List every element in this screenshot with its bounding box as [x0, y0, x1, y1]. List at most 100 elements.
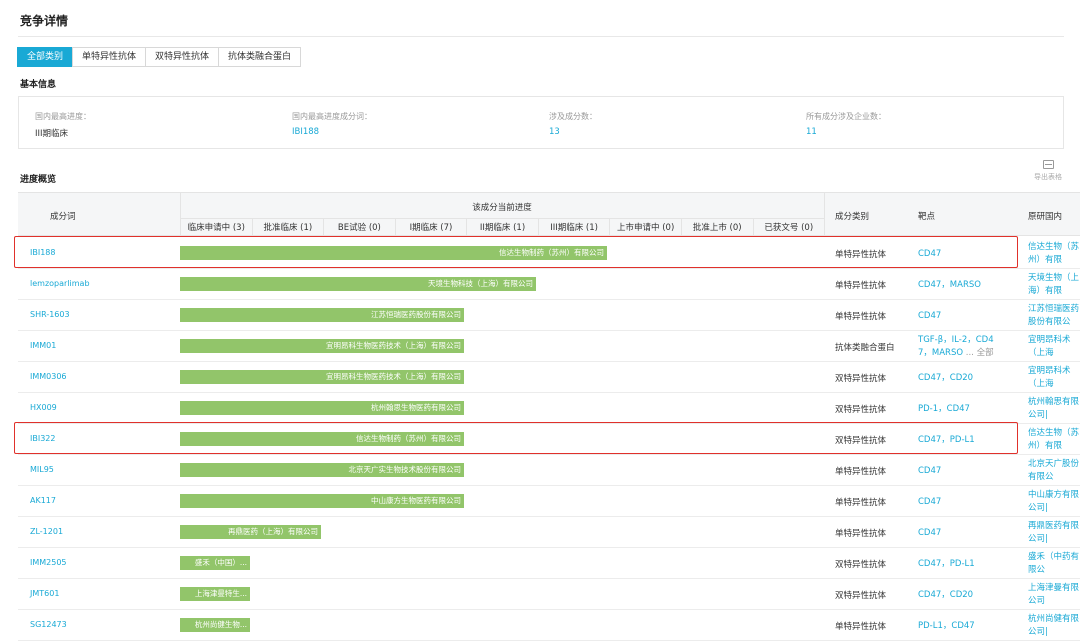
column-header-progress: 该成分当前进度: [472, 203, 532, 213]
table-row: IMM2505 盛禾（中国）... 双特异性抗体 CD47，PD-L1 盛禾（中药有限公: [18, 548, 1080, 579]
originator-link[interactable]: 再鼎医药有限公司|: [1028, 520, 1080, 547]
originator-link[interactable]: 信达生物（苏州）有限: [1028, 241, 1080, 268]
ingredient-type: 双特异性抗体: [835, 591, 887, 601]
progress-bar[interactable]: 宜明昂科生物医药技术（上海）有限公司: [180, 370, 464, 384]
progress-bar[interactable]: 上海津曼特生...: [180, 587, 250, 601]
ingredient-link[interactable]: SG12473: [30, 620, 67, 629]
target-link[interactable]: CD47，CD20: [918, 372, 973, 385]
target-link[interactable]: CD47: [918, 465, 941, 478]
originator-link[interactable]: 中山康方有限公司|: [1028, 489, 1080, 516]
info-company-count: 所有成分涉及企业数： 11: [806, 111, 886, 137]
target-link[interactable]: 7，MARSO ... 全部: [918, 347, 994, 360]
originator-link[interactable]: 杭州翰思有限公司|: [1028, 396, 1080, 423]
ingredient-type: 单特异性抗体: [835, 622, 887, 632]
originator-link[interactable]: 江苏恒瑞医药股份有限公司|: [1028, 303, 1080, 330]
target-link[interactable]: PD-1，CD47: [918, 403, 970, 416]
target-link[interactable]: CD47: [918, 310, 941, 323]
originator-link[interactable]: 天境生物（上海）有限: [1028, 272, 1080, 299]
info-value-link[interactable]: 11: [806, 127, 886, 137]
ingredient-link[interactable]: lemzoparlimab: [30, 279, 90, 288]
progress-table: 成分词 该成分当前进度 临床申请中 (3) 批准临床 (1) BE试验 (0) …: [18, 192, 1080, 642]
target-link[interactable]: CD47，PD-L1: [918, 434, 975, 447]
target-show-all[interactable]: ... 全部: [963, 348, 994, 358]
column-header-target: 靶点: [918, 212, 936, 222]
table-row: JMT601 上海津曼特生... 双特异性抗体 CD47，CD20 上海津曼有限公司: [18, 579, 1080, 610]
originator-link[interactable]: 盛禾（中药有限公: [1028, 551, 1080, 578]
originator-link[interactable]: 北京天广股份有限公: [1028, 458, 1080, 485]
target-link[interactable]: CD47: [918, 248, 941, 261]
ingredient-type: 单特异性抗体: [835, 281, 887, 291]
target-cell: CD47，CD20: [918, 589, 973, 602]
info-ingredient-count: 涉及成分数： 13: [549, 111, 597, 137]
ingredient-link[interactable]: JMT601: [30, 589, 59, 598]
tab-all-categories[interactable]: 全部类别: [17, 47, 74, 67]
table-row: ZL-1201 再鼎医药（上海）有限公司 单特异性抗体 CD47 再鼎医药有限公司|: [18, 517, 1080, 548]
originator-link[interactable]: 宜明昂科术（上海: [1028, 334, 1080, 361]
tab-monospecific-antibody[interactable]: 单特异性抗体: [72, 47, 147, 67]
progress-bar[interactable]: 宜明昂科生物医药技术（上海）有限公司: [180, 339, 464, 353]
target-cell: CD47: [918, 465, 941, 478]
target-link[interactable]: CD47，CD20: [918, 589, 973, 602]
stage-header: 批准临床 (1): [251, 219, 324, 237]
progress-bar[interactable]: 天境生物科技（上海）有限公司: [180, 277, 536, 291]
info-value-link[interactable]: 13: [549, 127, 597, 137]
ingredient-link[interactable]: IMM2505: [30, 558, 67, 567]
target-link[interactable]: CD47，PD-L1: [918, 558, 975, 571]
ingredient-link[interactable]: SHR-1603: [30, 310, 70, 319]
export-table-button[interactable]: 导出表格: [1033, 160, 1063, 182]
target-cell: CD47，PD-L1: [918, 434, 975, 447]
column-header-originator: 原研国内: [1028, 212, 1063, 222]
ingredient-link[interactable]: IMM0306: [30, 372, 67, 381]
info-highest-stage-ingredient: 国内最高进度成分词： IBI188: [292, 111, 372, 137]
progress-bar[interactable]: 江苏恒瑞医药股份有限公司: [180, 308, 464, 322]
target-cell: CD47: [918, 496, 941, 509]
originator-link[interactable]: 宜明昂科术（上海: [1028, 365, 1080, 392]
basic-info-heading: 基本信息: [20, 80, 57, 90]
table-row: HX009 杭州翰思生物医药有限公司 双特异性抗体 PD-1，CD47 杭州翰思有限公司…: [18, 393, 1080, 424]
target-link[interactable]: TGF-β，IL-2，CD4: [918, 334, 994, 347]
target-cell: CD47，CD20: [918, 372, 973, 385]
ingredient-link[interactable]: IMM01: [30, 341, 56, 350]
table-row: MIL95 北京天广实生物技术股份有限公司 单特异性抗体 CD47 北京天广股份有限公: [18, 455, 1080, 486]
progress-bar[interactable]: 北京天广实生物技术股份有限公司: [180, 463, 464, 477]
originator-link[interactable]: 上海津曼有限公司: [1028, 582, 1080, 609]
ingredient-type: 双特异性抗体: [835, 560, 887, 570]
originator-link[interactable]: 信达生物（苏州）有限: [1028, 427, 1080, 454]
stage-header-row: 临床申请中 (3) 批准临床 (1) BE试验 (0) I期临床 (7) II期…: [180, 218, 824, 237]
ingredient-link[interactable]: HX009: [30, 403, 57, 412]
ingredient-type: 单特异性抗体: [835, 250, 887, 260]
target-link[interactable]: PD-L1，CD47: [918, 620, 975, 633]
progress-bar[interactable]: 信达生物制药（苏州）有限公司: [180, 432, 464, 446]
title-divider: [18, 36, 1064, 37]
ingredient-type: 单特异性抗体: [835, 529, 887, 539]
table-row: IMM01 宜明昂科生物医药技术（上海）有限公司 抗体类融合蛋白 TGF-β，IL-2…: [18, 331, 1080, 362]
progress-bar[interactable]: 杭州翰思生物医药有限公司: [180, 401, 464, 415]
progress-bar[interactable]: 中山康方生物医药有限公司: [180, 494, 464, 508]
info-value-link[interactable]: IBI188: [292, 127, 372, 137]
target-link[interactable]: CD47: [918, 527, 941, 540]
ingredient-link[interactable]: IBI188: [30, 248, 55, 257]
progress-bar[interactable]: 杭州尚健生物...: [180, 618, 250, 632]
ingredient-type: 双特异性抗体: [835, 405, 887, 415]
header-divider: [824, 193, 825, 237]
target-cell: CD47，MARSO: [918, 279, 981, 292]
ingredient-link[interactable]: AK117: [30, 496, 56, 505]
category-tabs: 全部类别 单特异性抗体 双特异性抗体 抗体类融合蛋白: [17, 47, 302, 67]
target-link[interactable]: CD47: [918, 496, 941, 509]
table-row: IBI188 信达生物制药（苏州）有限公司 单特异性抗体 CD47 信达生物（苏州）有限: [18, 238, 1080, 269]
tab-fusion-protein[interactable]: 抗体类融合蛋白: [218, 47, 302, 67]
tab-bispecific-antibody[interactable]: 双特异性抗体: [145, 47, 220, 67]
originator-link[interactable]: 杭州尚健有限公司|: [1028, 613, 1080, 640]
progress-bar[interactable]: 盛禾（中国）...: [180, 556, 250, 570]
progress-bar[interactable]: 信达生物制药（苏州）有限公司: [180, 246, 607, 260]
table-row: IBI322 信达生物制药（苏州）有限公司 双特异性抗体 CD47，PD-L1 信达生物…: [18, 424, 1080, 455]
ingredient-link[interactable]: MIL95: [30, 465, 54, 474]
progress-bar[interactable]: 再鼎医药（上海）有限公司: [180, 525, 321, 539]
ingredient-link[interactable]: ZL-1201: [30, 527, 63, 536]
basic-info-panel: 国内最高进度： III期临床 国内最高进度成分词： IBI188 涉及成分数： …: [18, 96, 1064, 149]
ingredient-type: 单特异性抗体: [835, 467, 887, 477]
ingredient-link[interactable]: IBI322: [30, 434, 55, 443]
target-link[interactable]: CD47，MARSO: [918, 279, 981, 292]
export-label: 导出表格: [1034, 173, 1062, 181]
ingredient-type: 抗体类融合蛋白: [835, 343, 895, 353]
